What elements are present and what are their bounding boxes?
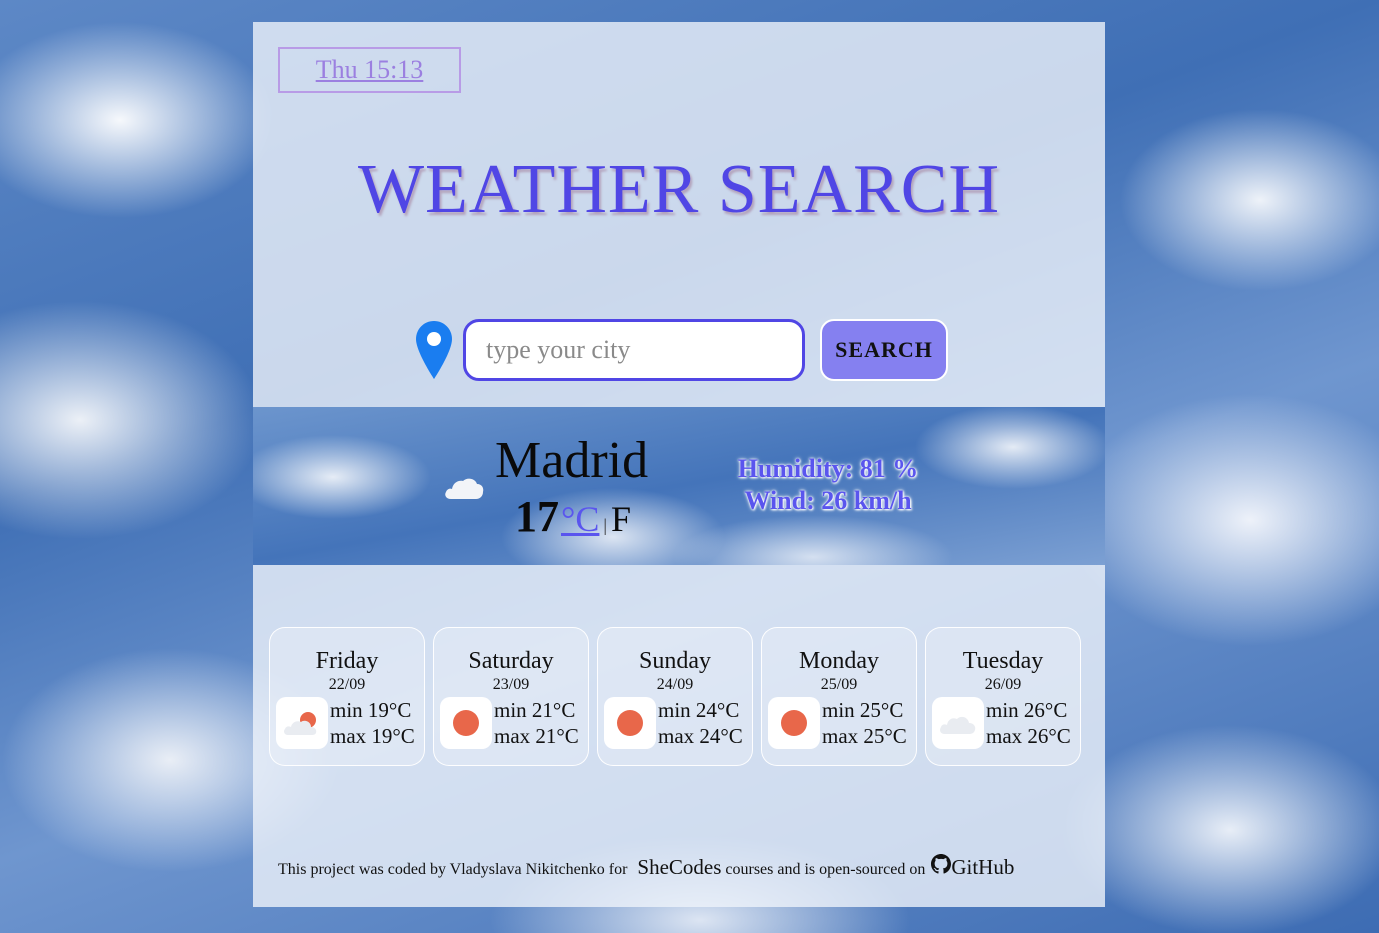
city-search-input[interactable] xyxy=(463,319,805,381)
partly-cloudy-icon xyxy=(284,712,317,735)
unit-separator: | xyxy=(603,515,608,535)
forecast-date: 22/09 xyxy=(328,676,366,693)
forecast-date: 24/09 xyxy=(656,676,694,693)
forecast-max: max 26°C xyxy=(986,724,1071,748)
datetime-text: Thu 15:13 xyxy=(315,55,424,84)
cloud-icon xyxy=(940,716,976,734)
search-form: SEARCH xyxy=(415,319,948,381)
forecast-day: Friday 22/09 min 19°C max 19°C xyxy=(269,627,425,766)
footer: This project was coded by Vladyslava Nik… xyxy=(278,854,1088,880)
github-icon xyxy=(931,854,952,874)
forecast-max: max 25°C xyxy=(822,724,907,748)
forecast-min: min 19°C xyxy=(330,698,412,722)
shecodes-link[interactable]: SheCodes xyxy=(637,855,721,880)
sun-icon xyxy=(781,710,807,736)
forecast-date: 23/09 xyxy=(492,676,530,693)
forecast-max: max 19°C xyxy=(330,724,415,748)
forecast-day-name: Sunday xyxy=(639,648,711,674)
cloud-icon xyxy=(445,478,484,499)
location-pin-icon[interactable] xyxy=(415,320,453,380)
forecast-day: Monday 25/09 min 25°C max 25°C xyxy=(761,627,917,766)
humidity-text: Humidity: 81 % xyxy=(737,454,919,483)
forecast-date: 26/09 xyxy=(984,676,1022,693)
sun-icon xyxy=(617,710,643,736)
forecast-day: Saturday 23/09 min 21°C max 21°C xyxy=(433,627,589,766)
forecast-day-name: Monday xyxy=(799,648,879,674)
fahrenheit-link[interactable]: F xyxy=(611,498,631,540)
search-button[interactable]: SEARCH xyxy=(820,319,948,381)
sun-icon xyxy=(453,710,479,736)
forecast-min: min 21°C xyxy=(494,698,576,722)
forecast-min: min 24°C xyxy=(658,698,740,722)
wind-text: Wind: 26 km/h xyxy=(744,486,912,515)
current-weather: Madrid 17 °C | F Humidity: 81 % Wind: 26… xyxy=(253,407,1105,565)
footer-text: This project was coded by Vladyslava Nik… xyxy=(278,861,628,878)
forecast-max: max 21°C xyxy=(494,724,579,748)
forecast-list: Friday 22/09 min 19°C max 19°C Saturday … xyxy=(269,627,1081,766)
forecast-day-name: Tuesday xyxy=(962,648,1044,674)
github-link[interactable]: GitHub xyxy=(951,855,1014,880)
forecast-date: 25/09 xyxy=(820,676,858,693)
footer-text-2: courses and is open-sourced on xyxy=(725,861,926,878)
forecast-day: Sunday 24/09 min 24°C max 24°C xyxy=(597,627,753,766)
city-name: Madrid xyxy=(495,432,649,489)
temperature-display: 17 °C | F xyxy=(515,491,631,542)
weather-details: Humidity: 81 % Wind: 26 km/h xyxy=(713,453,943,517)
forecast-max: max 24°C xyxy=(658,724,743,748)
forecast-min: min 25°C xyxy=(822,698,904,722)
page-title: WEATHER SEARCH xyxy=(357,151,1001,228)
forecast-day: Tuesday 26/09 min 26°C max 26°C xyxy=(925,627,1081,766)
celsius-link[interactable]: °C xyxy=(561,498,599,540)
forecast-day-name: Friday xyxy=(315,648,379,674)
forecast-min: min 26°C xyxy=(986,698,1068,722)
weather-card: Thu 15:13 WEATHER SEARCH SEARCH Madrid 1… xyxy=(253,22,1105,907)
temperature-value: 17 xyxy=(515,492,559,541)
current-datetime: Thu 15:13 xyxy=(278,47,461,93)
forecast-day-name: Saturday xyxy=(468,648,554,674)
